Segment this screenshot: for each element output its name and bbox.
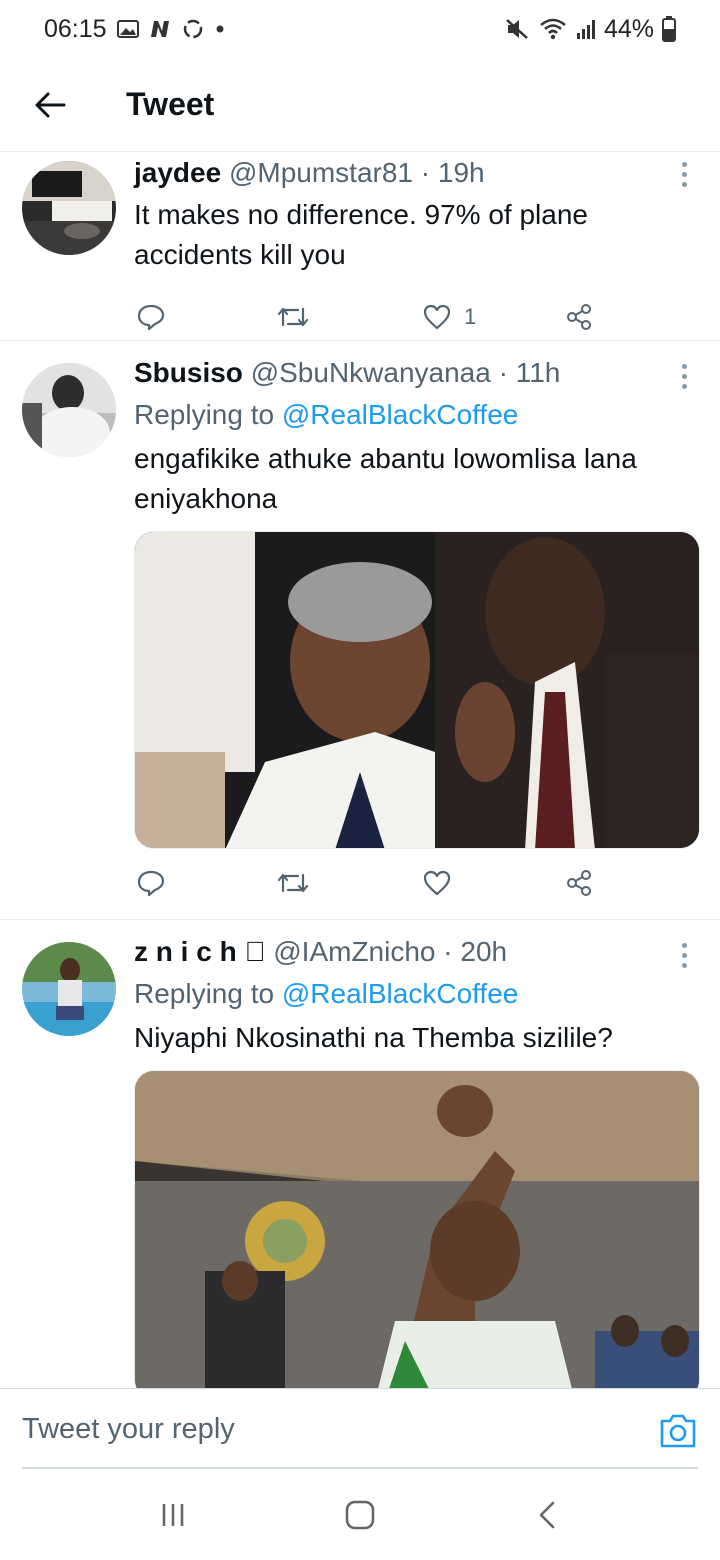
reply-button[interactable]: [136, 303, 166, 331]
user-handle[interactable]: @Mpumstar81: [229, 157, 413, 188]
replying-to-handle[interactable]: @RealBlackCoffee: [282, 978, 518, 1009]
camera-button[interactable]: [658, 1413, 698, 1449]
tweet[interactable]: Sbusiso @SbuNkwanyanaa · 11h Replying to…: [0, 341, 720, 920]
more-options-button[interactable]: [674, 157, 694, 191]
status-time: 06:15: [44, 14, 107, 43]
avatar[interactable]: [22, 942, 116, 1036]
user-handle[interactable]: @SbuNkwanyanaa: [251, 357, 491, 388]
tweet[interactable]: jaydee @Mpumstar81 · 19h It makes no dif…: [0, 153, 720, 341]
mute-icon: [504, 17, 530, 41]
replying-to: Replying to @RealBlackCoffee: [134, 395, 698, 435]
replying-to: Replying to @RealBlackCoffee: [134, 974, 698, 1014]
share-icon: [567, 870, 591, 896]
back-arrow-icon: [35, 92, 66, 117]
tweet[interactable]: z n i c h  @IAmZnicho · 20h Replying to…: [0, 920, 720, 1388]
reply-composer: [0, 1388, 720, 1469]
comment-icon: [137, 870, 165, 897]
wifi-icon: [538, 17, 568, 41]
more-options-button[interactable]: [674, 359, 694, 393]
signal-icon: [576, 17, 596, 41]
tweet-actions: [134, 853, 698, 913]
sync-icon: [181, 18, 205, 40]
avatar[interactable]: [22, 161, 116, 255]
tweet-image[interactable]: [134, 1070, 700, 1388]
separator-dot: ·: [498, 357, 508, 388]
retweet-button[interactable]: [276, 869, 310, 897]
retweet-icon: [277, 873, 309, 893]
gallery-icon: [116, 19, 139, 39]
reply-input[interactable]: [22, 1389, 602, 1469]
user-handle[interactable]: @IAmZnicho: [273, 936, 435, 967]
tweet-image[interactable]: [134, 531, 700, 849]
reply-button[interactable]: [136, 869, 166, 897]
share-button[interactable]: [564, 302, 594, 332]
page-title: Tweet: [126, 86, 215, 122]
replies-feed[interactable]: jaydee @Mpumstar81 · 19h It makes no dif…: [0, 153, 720, 1388]
retweet-icon: [277, 307, 309, 327]
like-button[interactable]: [422, 869, 452, 897]
tweet-time[interactable]: 20h: [460, 936, 507, 967]
replying-to-label: Replying to: [134, 399, 275, 430]
system-back-button[interactable]: [517, 1485, 577, 1545]
heart-icon: [423, 304, 451, 330]
heart-icon: [423, 870, 451, 896]
retweet-button[interactable]: [276, 303, 310, 331]
replying-to-handle[interactable]: @RealBlackCoffee: [282, 399, 518, 430]
separator-dot: ·: [443, 936, 452, 967]
system-nav-bar: [0, 1470, 720, 1560]
share-icon: [567, 304, 592, 330]
status-bar: 06:15 44%: [0, 0, 720, 58]
more-options-button[interactable]: [674, 938, 694, 972]
tweet-time[interactable]: 11h: [516, 357, 561, 388]
comment-icon: [137, 304, 165, 331]
battery-percent: 44%: [603, 14, 654, 43]
top-app-bar: Tweet: [0, 58, 720, 152]
avatar[interactable]: [22, 363, 116, 457]
display-name[interactable]: z n i c h : [134, 936, 265, 967]
home-button[interactable]: [330, 1485, 390, 1545]
tweet-text: engafikike athuke abantu lowomlisa lana …: [134, 443, 637, 514]
tweet-time[interactable]: 19h: [438, 157, 485, 188]
like-button[interactable]: 1: [422, 303, 476, 331]
home-icon: [345, 1500, 375, 1530]
share-button[interactable]: [564, 868, 594, 898]
recents-button[interactable]: [143, 1485, 203, 1545]
battery-icon: [662, 16, 676, 42]
replying-to-label: Replying to: [134, 978, 275, 1009]
separator-dot: ·: [420, 157, 431, 188]
notification-dot-icon: [215, 24, 225, 34]
like-count: 1: [464, 304, 477, 329]
display-name[interactable]: Sbusiso: [134, 357, 243, 388]
tweet-actions: 1: [134, 287, 698, 347]
recents-icon: [163, 1504, 184, 1526]
tweet-text: It makes no difference. 97% of plane acc…: [134, 199, 588, 270]
back-nav-icon: [539, 1501, 554, 1529]
back-button[interactable]: [0, 58, 100, 152]
reply-underline: [22, 1467, 698, 1469]
display-name[interactable]: jaydee: [134, 157, 221, 188]
tweet-text: Niyaphi Nkosinathi na Themba sizilile?: [134, 1022, 613, 1053]
camera-icon: [660, 1414, 696, 1448]
netflix-icon: [149, 19, 171, 39]
